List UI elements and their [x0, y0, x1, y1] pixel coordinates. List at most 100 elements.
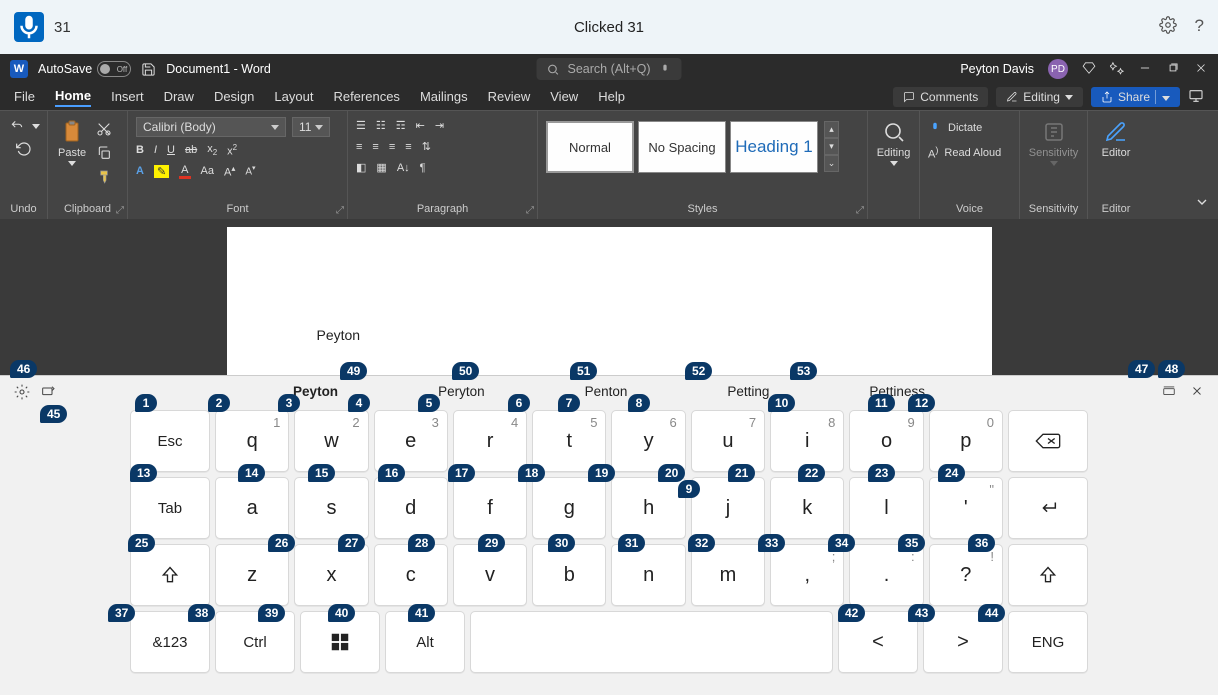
key-r[interactable]: r4 — [453, 410, 527, 472]
dictate-button[interactable]: Dictate — [928, 121, 982, 135]
style-normal[interactable]: Normal — [546, 121, 634, 173]
tab-help[interactable]: Help — [598, 89, 625, 106]
settings-icon[interactable] — [1159, 16, 1177, 39]
highlight-button[interactable]: ✎ — [154, 165, 169, 178]
tab-view[interactable]: View — [550, 89, 578, 106]
close-button[interactable] — [1194, 61, 1208, 78]
tab-draw[interactable]: Draw — [164, 89, 194, 106]
editor-button[interactable]: Editor — [1100, 115, 1133, 163]
bullets-button[interactable]: ☰ — [356, 119, 366, 132]
suggestion-0[interactable]: Peyton — [293, 384, 338, 399]
show-marks-button[interactable]: ¶ — [420, 162, 426, 174]
paste-button[interactable]: Paste — [56, 115, 88, 170]
font-name-select[interactable]: Calibri (Body) — [136, 117, 286, 137]
subscript-button[interactable]: x2 — [207, 143, 217, 157]
share-button[interactable]: Share — [1091, 87, 1180, 107]
sparkle-icon[interactable] — [1110, 61, 1124, 78]
key-q[interactable]: q1 — [215, 410, 289, 472]
shrink-font-button[interactable]: A▾ — [245, 164, 255, 177]
key-d[interactable]: d — [374, 477, 448, 539]
suggestion-2[interactable]: Penton — [585, 384, 628, 399]
key-k[interactable]: k — [770, 477, 844, 539]
key-ENG[interactable]: ENG — [1008, 611, 1088, 673]
key-t[interactable]: t5 — [532, 410, 606, 472]
underline-button[interactable]: U — [167, 144, 175, 156]
key-y[interactable]: y6 — [611, 410, 685, 472]
style-heading-1[interactable]: Heading 1 — [730, 121, 818, 173]
minimize-button[interactable] — [1138, 61, 1152, 78]
mic-button[interactable] — [14, 12, 44, 42]
key-'[interactable]: '" — [929, 477, 1003, 539]
styles-more[interactable]: ⌄ — [824, 155, 839, 172]
key-m[interactable]: m — [691, 544, 765, 606]
key-⌫[interactable] — [1008, 410, 1088, 472]
tab-design[interactable]: Design — [214, 89, 254, 106]
format-painter-button[interactable] — [94, 167, 114, 187]
key-j[interactable]: j — [691, 477, 765, 539]
key-e[interactable]: e3 — [374, 410, 448, 472]
present-icon[interactable] — [1188, 88, 1204, 107]
bold-button[interactable]: B — [136, 144, 144, 156]
suggestion-3[interactable]: Petting — [727, 384, 769, 399]
borders-button[interactable]: ▦ — [376, 161, 386, 174]
undo-button[interactable] — [8, 119, 40, 133]
change-case-button[interactable]: Aa — [201, 165, 214, 177]
editing-mode-button[interactable]: Editing — [996, 87, 1083, 107]
suggestion-1[interactable]: Peryton — [438, 384, 485, 399]
paragraph-launcher[interactable]: ⤢ — [526, 205, 534, 216]
key-⇧[interactable] — [130, 544, 210, 606]
styles-down[interactable]: ▾ — [824, 138, 839, 155]
tab-review[interactable]: Review — [488, 89, 531, 106]
key-?[interactable]: ?! — [929, 544, 1003, 606]
italic-button[interactable]: I — [154, 144, 157, 156]
user-name[interactable]: Peyton Davis — [960, 62, 1034, 76]
font-color-button[interactable]: A — [179, 164, 190, 179]
key-h[interactable]: h — [611, 477, 685, 539]
strike-button[interactable]: ab — [185, 144, 197, 156]
key-Ctrl[interactable]: Ctrl — [215, 611, 295, 673]
key-g[interactable]: g — [532, 477, 606, 539]
key-w[interactable]: w2 — [294, 410, 368, 472]
numbering-button[interactable]: ☷ — [376, 119, 386, 132]
superscript-button[interactable]: x2 — [227, 143, 237, 158]
read-aloud-button[interactable]: A)Read Aloud — [928, 145, 1001, 161]
text-effects-button[interactable]: A — [136, 165, 144, 177]
styles-up[interactable]: ▴ — [824, 121, 839, 138]
line-spacing-button[interactable]: ⇅ — [422, 140, 431, 153]
styles-launcher[interactable]: ⤢ — [856, 205, 864, 216]
key-space[interactable] — [470, 611, 833, 673]
key-⇧[interactable] — [1008, 544, 1088, 606]
key-p[interactable]: p0 — [929, 410, 1003, 472]
osk-close-icon[interactable] — [1190, 384, 1204, 403]
user-avatar[interactable]: PD — [1048, 59, 1068, 79]
sensitivity-button[interactable]: Sensitivity — [1027, 115, 1081, 170]
align-left-button[interactable]: ≡ — [356, 141, 362, 153]
font-size-select[interactable]: 11 — [292, 117, 330, 137]
tab-home[interactable]: Home — [55, 88, 91, 107]
tab-file[interactable]: File — [14, 89, 35, 106]
editing-find-button[interactable]: Editing — [875, 115, 913, 170]
key-.[interactable]: .: — [849, 544, 923, 606]
key-Tab[interactable]: Tab — [130, 477, 210, 539]
collapse-ribbon-button[interactable] — [1194, 194, 1210, 213]
cut-button[interactable] — [94, 119, 114, 139]
justify-button[interactable]: ≡ — [405, 141, 411, 153]
mic-icon[interactable] — [659, 63, 672, 76]
tab-insert[interactable]: Insert — [111, 89, 144, 106]
decrease-indent-button[interactable]: ⇤ — [416, 119, 425, 132]
diamond-icon[interactable] — [1082, 61, 1096, 78]
key-l[interactable]: l — [849, 477, 923, 539]
comments-button[interactable]: Comments — [893, 87, 988, 107]
key-f[interactable]: f — [453, 477, 527, 539]
multilevel-button[interactable]: ☶ — [396, 119, 406, 132]
align-center-button[interactable]: ≡ — [372, 141, 378, 153]
key-i[interactable]: i8 — [770, 410, 844, 472]
align-right-button[interactable]: ≡ — [389, 141, 395, 153]
key-,[interactable]: ,; — [770, 544, 844, 606]
search-box[interactable]: Search (Alt+Q) — [536, 58, 681, 80]
save-button[interactable] — [141, 62, 156, 77]
key-v[interactable]: v — [453, 544, 527, 606]
key-c[interactable]: c — [374, 544, 448, 606]
copy-button[interactable] — [94, 143, 114, 163]
key-u[interactable]: u7 — [691, 410, 765, 472]
